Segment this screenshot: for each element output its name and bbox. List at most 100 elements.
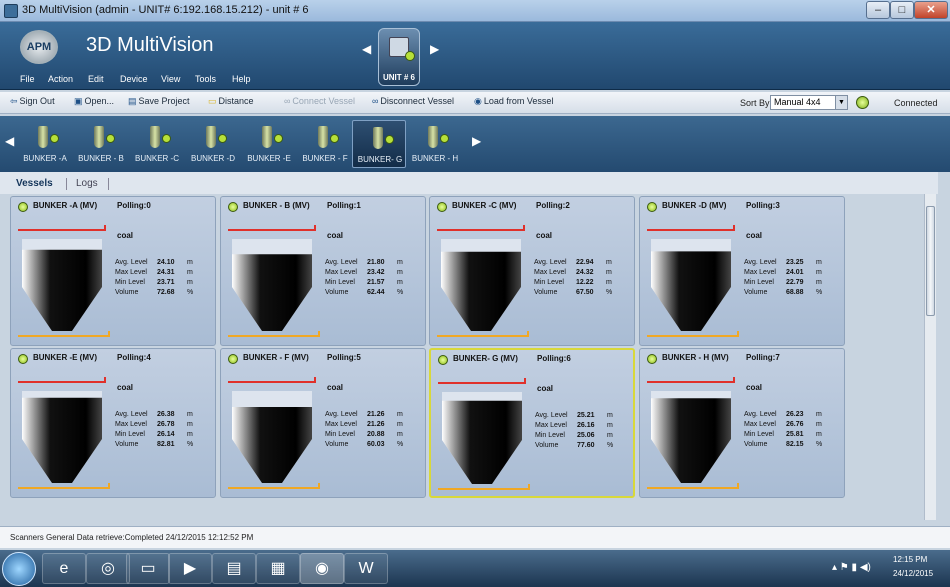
- stat-unit: %: [816, 289, 823, 296]
- menu-view[interactable]: View: [161, 74, 180, 84]
- unit-next-arrow-icon[interactable]: ▶: [430, 42, 439, 56]
- bunker-prev-arrow-icon[interactable]: ◀: [5, 134, 14, 148]
- stat-value: 77.60: [577, 442, 595, 449]
- stat-value: 62.44: [367, 289, 385, 296]
- sign-out-button[interactable]: ⇦ Sign Out: [10, 96, 55, 107]
- bunker-tab-label: BUNKER -A: [23, 154, 67, 163]
- stat-value: 23.71: [157, 279, 175, 286]
- stat-unit: m: [187, 431, 193, 438]
- connect-vessel-button[interactable]: ∞ Connect Vessel: [284, 96, 355, 106]
- bunker-tab[interactable]: BUNKER -C: [130, 120, 184, 168]
- vessel-card[interactable]: BUNKER - F (MV) Polling:5 coal Avg. Level 21…: [220, 348, 426, 498]
- link-icon: ∞: [284, 96, 291, 106]
- stat-unit: m: [606, 259, 612, 266]
- tab-vessels[interactable]: Vessels: [16, 178, 53, 189]
- menu-tools[interactable]: Tools: [195, 74, 216, 84]
- bunker-tab[interactable]: BUNKER - B: [74, 120, 128, 168]
- min-level-marker: [737, 331, 739, 337]
- stat-label: Max Level: [744, 269, 776, 276]
- stat-label: Avg. Level: [744, 259, 777, 266]
- stat-value: 25.21: [577, 412, 595, 419]
- close-button[interactable]: ✕: [914, 1, 948, 19]
- sort-by-select[interactable]: Manual 4x4 ▼: [770, 95, 848, 110]
- load-from-vessel-button[interactable]: ◉ Load from Vessel: [474, 96, 553, 107]
- vessel-card[interactable]: BUNKER -C (MV) Polling:2 coal Avg. Level 22.…: [429, 196, 635, 346]
- bunker-tab[interactable]: BUNKER -D: [186, 120, 240, 168]
- connection-status: Connected: [894, 98, 938, 108]
- chevron-down-icon: ▼: [835, 96, 847, 109]
- vessel-material: coal: [746, 383, 763, 392]
- stat-value: 22.94: [576, 259, 594, 266]
- vessel-card[interactable]: BUNKER -E (MV) Polling:4 coal Avg. Level 26.…: [10, 348, 216, 498]
- stat-value: 25.81: [786, 431, 804, 438]
- bunker-tab[interactable]: BUNKER -E: [242, 120, 296, 168]
- vessel-material: coal: [327, 231, 344, 240]
- maximize-button[interactable]: □: [890, 1, 914, 19]
- max-level-line: [18, 381, 106, 383]
- vessel-status-icon: [18, 202, 28, 212]
- stat-value: 24.31: [157, 269, 175, 276]
- status-icon: [50, 134, 59, 143]
- taskbar-network-icon[interactable]: ▦: [256, 553, 300, 584]
- vessel-polling: Polling:2: [536, 201, 570, 210]
- stat-label: Volume: [744, 289, 768, 296]
- bunker-tab[interactable]: BUNKER - F: [298, 120, 352, 168]
- connect-vessel-label: Connect Vessel: [292, 96, 355, 106]
- scrollbar-thumb[interactable]: [926, 206, 935, 316]
- bunker-tab[interactable]: BUNKER - H: [408, 120, 462, 168]
- stat-unit: m: [816, 279, 822, 286]
- min-level-line: [437, 335, 529, 337]
- vessel-card[interactable]: BUNKER -D (MV) Polling:3 coal Avg. Level 23.…: [639, 196, 845, 346]
- vessel-card[interactable]: BUNKER - H (MV) Polling:7 coal Avg. Level 26…: [639, 348, 845, 498]
- stat-value: 26.14: [157, 431, 175, 438]
- vertical-scrollbar[interactable]: [924, 194, 936, 520]
- vessel-status-icon: [437, 202, 447, 212]
- stat-label: Avg. Level: [535, 412, 568, 419]
- silo-icon: [38, 126, 48, 148]
- taskbar-apm-icon[interactable]: ◉: [300, 553, 344, 584]
- menu-edit[interactable]: Edit: [88, 74, 104, 84]
- taskbar-chrome-icon[interactable]: ◎: [86, 553, 130, 584]
- menu-file[interactable]: File: [20, 74, 35, 84]
- unit-prev-arrow-icon[interactable]: ◀: [362, 42, 371, 56]
- system-tray-icons[interactable]: ▴ ⚑ ▮ ◀): [832, 562, 871, 573]
- bunker-tab[interactable]: BUNKER- G: [352, 120, 406, 168]
- menu-bar: File Action Edit Device View Tools Help: [0, 72, 950, 88]
- start-button[interactable]: [2, 552, 36, 586]
- status-icon: [218, 134, 227, 143]
- bunker-tab[interactable]: BUNKER -A: [18, 120, 72, 168]
- open-button[interactable]: ▣ Open...: [74, 96, 114, 107]
- vessel-status-icon: [647, 202, 657, 212]
- minimize-button[interactable]: –: [866, 1, 890, 19]
- vessel-card[interactable]: BUNKER - B (MV) Polling:1 coal Avg. Level 21…: [220, 196, 426, 346]
- vessel-polling: Polling:1: [327, 201, 361, 210]
- status-icon: [274, 134, 283, 143]
- taskbar-explorer-icon[interactable]: ▭: [126, 553, 170, 584]
- stat-unit: m: [187, 269, 193, 276]
- menu-device[interactable]: Device: [120, 74, 148, 84]
- taskbar-ie-icon[interactable]: e: [42, 553, 86, 584]
- distance-button[interactable]: ▭ Distance: [208, 96, 254, 107]
- taskbar-winrar-icon[interactable]: ▤: [212, 553, 256, 584]
- menu-action[interactable]: Action: [48, 74, 73, 84]
- bunker-next-arrow-icon[interactable]: ▶: [472, 134, 481, 148]
- disconnect-vessel-button[interactable]: ∞ Disconnect Vessel: [372, 96, 454, 106]
- stat-label: Min Level: [534, 279, 564, 286]
- vessel-card[interactable]: BUNKER -A (MV) Polling:0 coal Avg. Level 24.…: [10, 196, 216, 346]
- stat-label: Max Level: [534, 269, 566, 276]
- stat-value: 21.57: [367, 279, 385, 286]
- tab-logs[interactable]: Logs: [76, 178, 98, 189]
- vessel-name: BUNKER -A (MV): [33, 201, 98, 210]
- silo-icon: [318, 126, 328, 148]
- status-icon: [162, 134, 171, 143]
- save-project-button[interactable]: ▤ Save Project: [128, 96, 190, 107]
- taskbar-word-icon[interactable]: W: [344, 553, 388, 584]
- stat-value: 82.81: [157, 441, 175, 448]
- stat-unit: m: [187, 279, 193, 286]
- taskbar-media-icon[interactable]: ▶: [168, 553, 212, 584]
- vessel-card[interactable]: BUNKER- G (MV) Polling:6 coal Avg. Level 25.…: [429, 348, 635, 498]
- menu-help[interactable]: Help: [232, 74, 251, 84]
- stat-unit: %: [607, 442, 614, 449]
- folder-icon: ▣: [74, 96, 83, 106]
- max-level-marker: [523, 225, 525, 231]
